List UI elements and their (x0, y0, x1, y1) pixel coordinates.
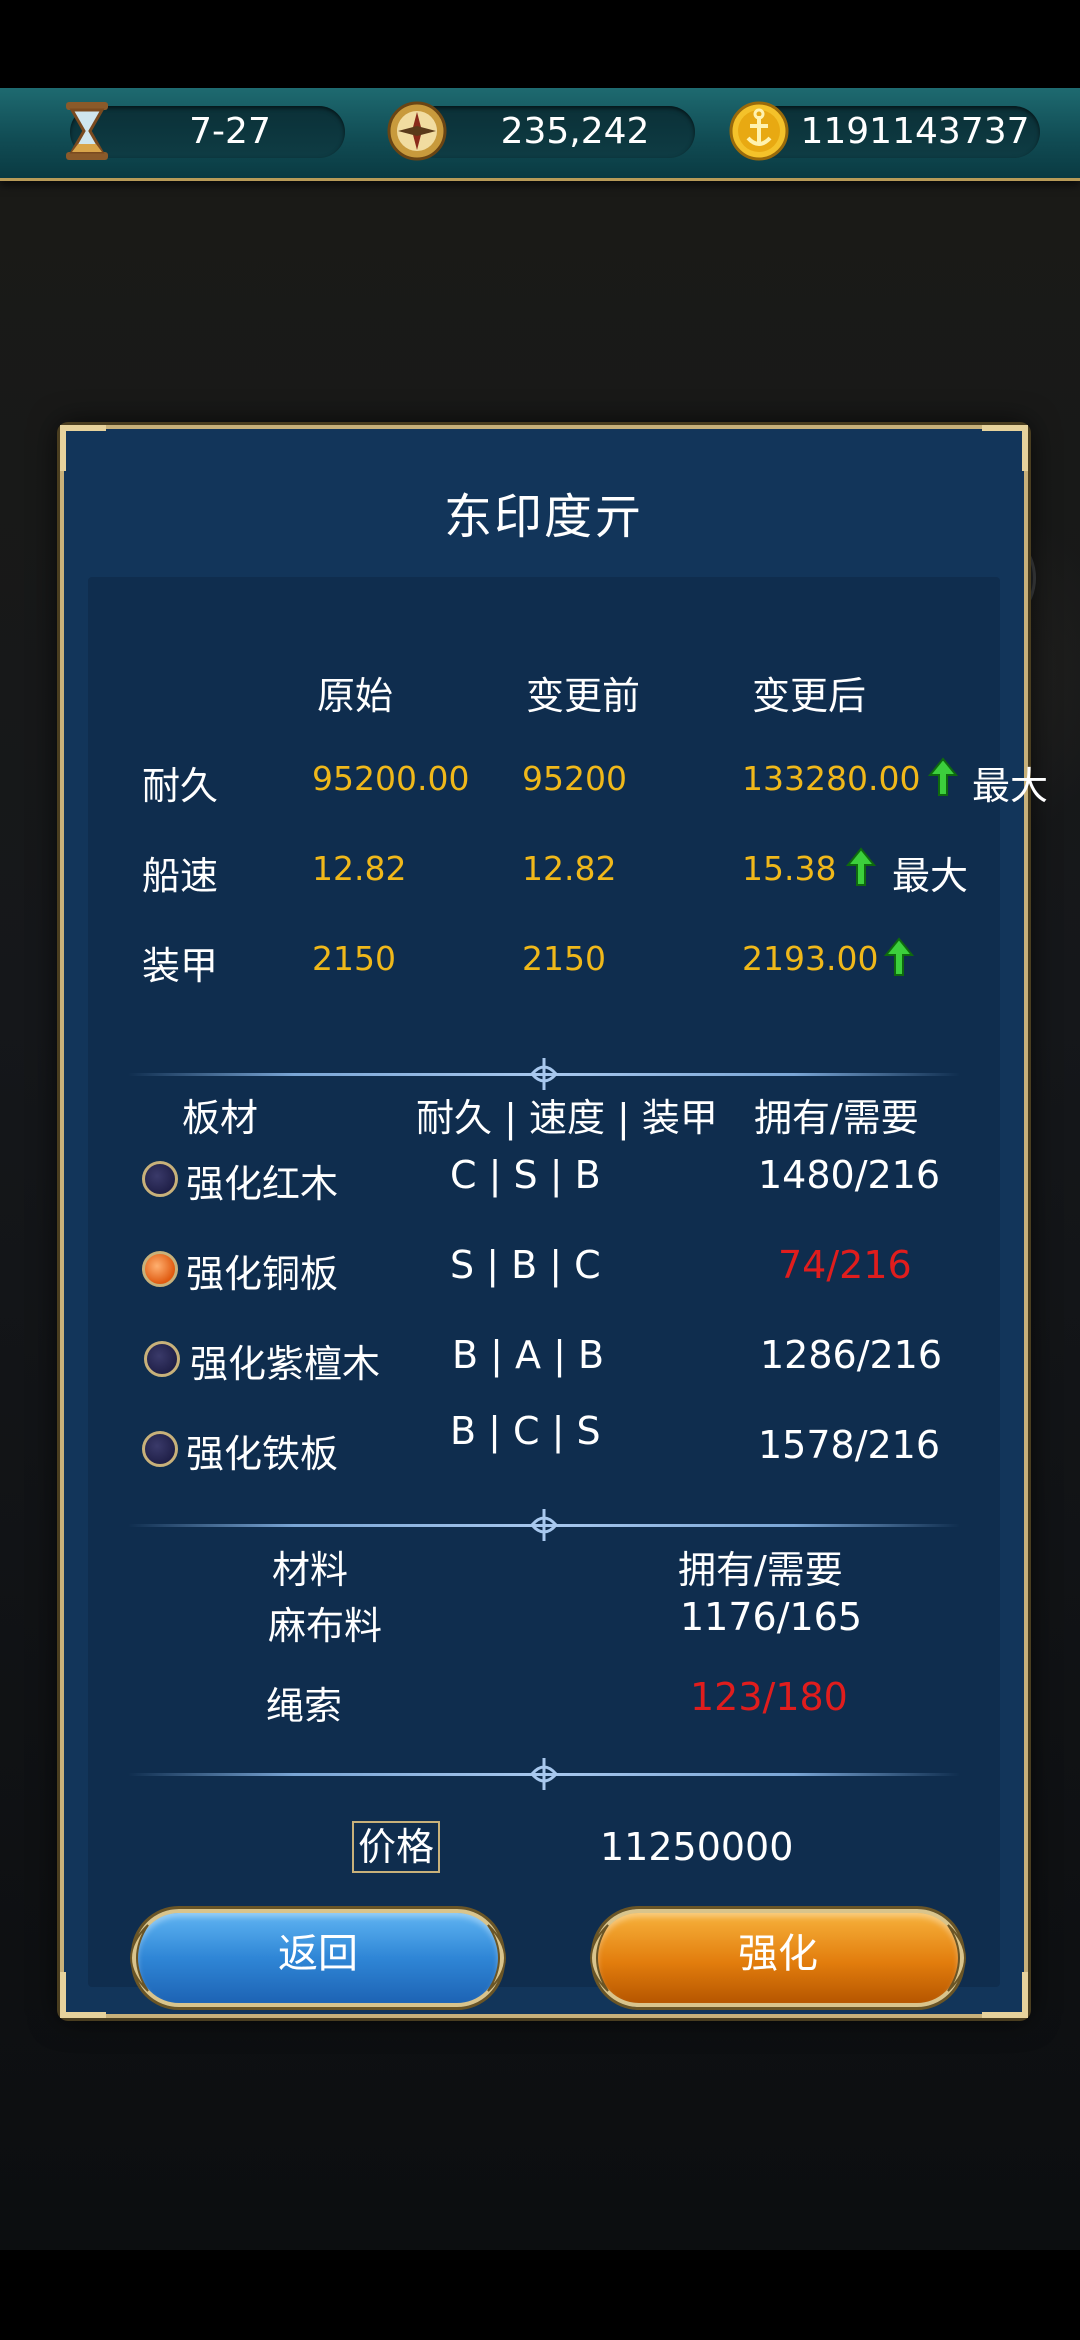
back-button[interactable]: 返回 (130, 1909, 506, 2007)
increase-arrow-icon (884, 937, 914, 976)
stat-before-armor: 2150 (522, 939, 606, 978)
stat-original-speed: 12.82 (312, 849, 407, 888)
resource-bar: 7-27 235,242 1191143737 (0, 88, 1080, 181)
dialog-content: 原始 变更前 变更后 耐久 95200.00 95200 133280.00 最… (88, 577, 1048, 1987)
plank-own-1: 1480/216 (758, 1153, 941, 1197)
plank-own-2: 74/216 (778, 1243, 912, 1287)
header-original: 原始 (317, 674, 394, 718)
compass-icon (387, 101, 447, 161)
plank-name-1[interactable]: 强化红木 (186, 1153, 338, 1208)
stat-label-durability: 耐久 (142, 764, 219, 808)
gold-coin-icon (729, 101, 789, 161)
price-label: 价格 (352, 1821, 441, 1873)
plank-grades-3: B | A | B (452, 1333, 605, 1377)
planks-header-own: 拥有/需要 (754, 1096, 919, 1140)
plank-radio-4[interactable] (142, 1431, 178, 1467)
button-wing-ornament (947, 1924, 966, 1992)
increase-arrow-icon (846, 847, 876, 886)
plank-grades-1: C | S | B (450, 1153, 601, 1197)
increase-arrow-icon (928, 757, 958, 796)
gold-value: 1191143737 (800, 111, 1030, 152)
materials-header-name: 材料 (272, 1548, 349, 1592)
header-after: 变更后 (752, 674, 867, 718)
stat-max-speed: 最大 (892, 854, 969, 898)
material-own-2: 123/180 (690, 1675, 848, 1719)
hourglass-icon (66, 102, 108, 160)
dialog-title: 东印度亓 (443, 489, 644, 545)
frame-corner (60, 425, 106, 471)
plank-name-2[interactable]: 强化铜板 (186, 1243, 338, 1298)
back-button-label: 返回 (278, 1931, 358, 1977)
stat-original-armor: 2150 (312, 939, 396, 978)
plank-own-4: 1578/216 (758, 1423, 941, 1467)
materials-header-own: 拥有/需要 (678, 1548, 843, 1592)
stat-label-speed: 船速 (142, 854, 219, 898)
price-value: 11250000 (600, 1825, 794, 1869)
planks-header-name: 板材 (182, 1096, 259, 1140)
plank-grades-4: B | C | S (450, 1409, 601, 1453)
planks-header-attrs: 耐久 | 速度 | 装甲 (416, 1096, 718, 1140)
material-name-1: 麻布料 (268, 1604, 383, 1648)
plank-radio-3[interactable] (144, 1341, 180, 1377)
stat-max-durability: 最大 (972, 764, 1049, 808)
ship-upgrade-dialog: 东印度亓 原始 变更前 变更后 耐久 95200.00 95200 133280… (60, 425, 1048, 2018)
stat-label-armor: 装甲 (142, 944, 219, 988)
material-own-1: 1176/165 (680, 1595, 863, 1639)
fame-resource: 235,242 (410, 106, 695, 158)
header-before: 变更前 (526, 674, 641, 718)
material-name-2: 绳索 (266, 1684, 343, 1728)
stat-before-speed: 12.82 (522, 849, 617, 888)
divider-ornament-icon (530, 1509, 558, 1541)
plank-radio-1[interactable] (142, 1161, 178, 1197)
upgrade-button-label: 强化 (738, 1931, 818, 1977)
plank-own-3: 1286/216 (760, 1333, 943, 1377)
button-wing-ornament (130, 1924, 149, 1992)
stat-after-armor: 2193.00 (742, 939, 879, 978)
button-wing-ornament (487, 1924, 506, 1992)
plank-name-4[interactable]: 强化铁板 (186, 1423, 338, 1478)
stat-original-durability: 95200.00 (312, 759, 470, 798)
plank-name-3[interactable]: 强化紫檀木 (190, 1333, 380, 1388)
stat-after-speed: 15.38 (742, 849, 837, 888)
fame-value: 235,242 (500, 111, 650, 152)
date-value: 7-27 (189, 111, 271, 152)
plank-radio-2[interactable] (142, 1251, 178, 1287)
upgrade-button[interactable]: 强化 (590, 1909, 966, 2007)
button-wing-ornament (590, 1924, 609, 1992)
plank-grades-2: S | B | C (450, 1243, 601, 1287)
stat-after-durability: 133280.00 (742, 759, 921, 798)
frame-corner (982, 425, 1028, 471)
divider-ornament-icon (530, 1758, 558, 1790)
stat-before-durability: 95200 (522, 759, 627, 798)
